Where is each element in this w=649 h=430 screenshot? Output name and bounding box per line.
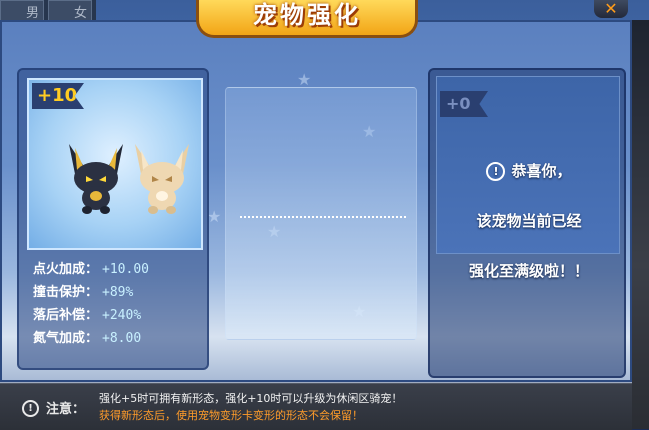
congrats-line: ! 恭喜你，	[430, 160, 628, 181]
stat-label: 撞击保护：	[33, 285, 99, 300]
info-icon: !	[486, 162, 506, 181]
stat-value: +89%	[102, 285, 134, 300]
congrats-text: 恭喜你，	[511, 162, 572, 180]
stat-ignition: 点火加成： +10.00	[33, 258, 149, 277]
light-fox-pet-icon	[135, 144, 189, 214]
pet-card[interactable]: +10	[27, 78, 203, 250]
stat-label: 点火加成：	[33, 262, 99, 277]
stat-value: +240%	[102, 308, 142, 323]
stat-nitro-bonus: 氮气加成： +8.00	[33, 327, 141, 346]
title-banner: 宠物强化	[196, 0, 418, 38]
dark-fox-pet-icon	[69, 144, 123, 214]
stat-value: +8.00	[102, 331, 142, 346]
max-level-line-1: 该宠物当前已经	[476, 212, 582, 230]
dialog-title: 宠物强化	[253, 1, 361, 29]
dotted-divider	[240, 216, 406, 218]
notice-line-2: 获得新形态后，使用宠物变形卡变形的形态不会保留！	[99, 409, 363, 422]
stat-collision-protection: 撞击保护： +89%	[33, 281, 133, 300]
max-level-line-2: 强化至满级啦！！	[468, 262, 589, 280]
stat-label: 氮气加成：	[33, 331, 99, 346]
stat-label: 落后补偿：	[33, 308, 99, 323]
result-panel: +0 ! 恭喜你， 该宠物当前已经 强化至满级啦！！	[428, 68, 626, 378]
background-scene-strip	[632, 20, 649, 429]
enhance-material-panel	[225, 87, 417, 340]
close-button[interactable]: ✕	[594, 0, 628, 18]
pet-level-badge: +10	[32, 83, 84, 109]
pet-info-panel: +10 点火加成： +10.00 撞击保护： +89% 落后补偿： +240% …	[17, 68, 209, 370]
notice-label: 注意：	[46, 402, 86, 417]
stat-catchup-bonus: 落后补偿： +240%	[33, 304, 141, 323]
result-level-badge: +0	[440, 91, 488, 117]
star-decoration: ★	[207, 207, 222, 226]
close-icon: ✕	[604, 0, 618, 18]
warning-icon: !	[22, 400, 39, 417]
stat-value: +10.00	[102, 262, 149, 277]
notice-bar: ! 注意： 强化+5时可拥有新形态，强化+10时可以升级为休闲区骑宠！ 获得新形…	[0, 383, 632, 430]
notice-line-1: 强化+5时可拥有新形态，强化+10时可以升级为休闲区骑宠！	[99, 392, 403, 405]
